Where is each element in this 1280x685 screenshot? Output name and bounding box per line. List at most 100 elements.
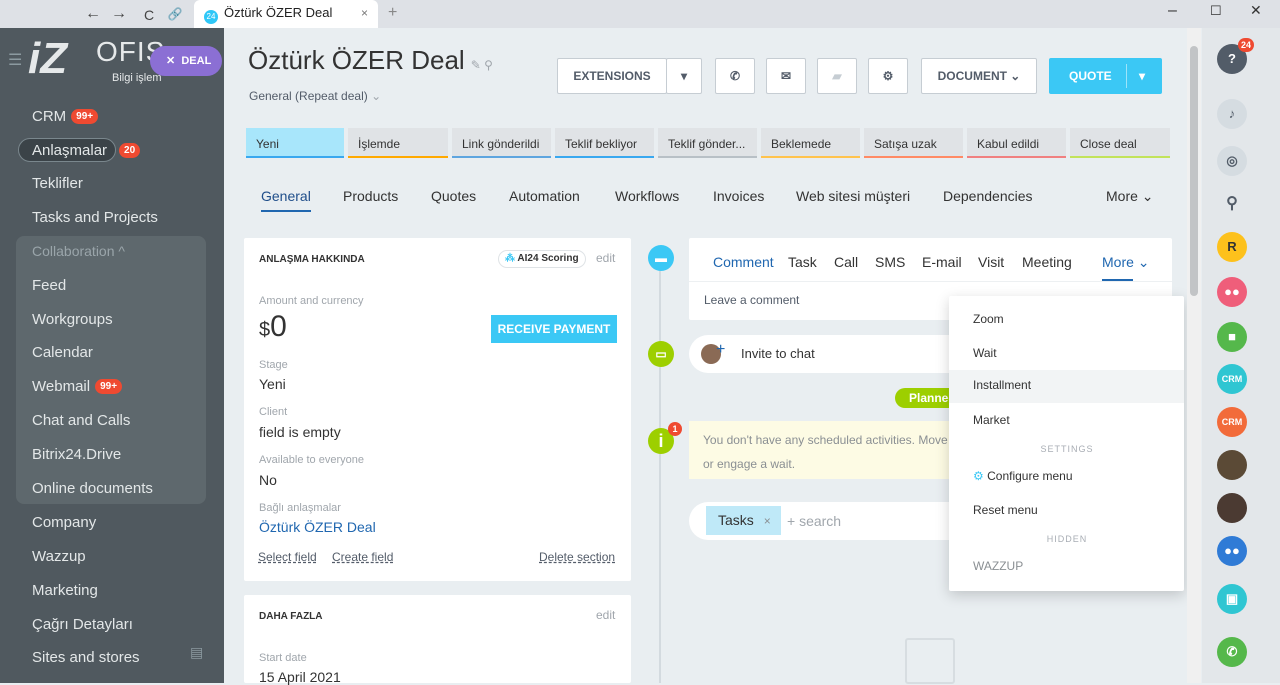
tab-quotes[interactable]: Quotes <box>431 188 476 204</box>
menu-item-zoom[interactable]: Zoom <box>949 304 1184 337</box>
browser-tab[interactable]: 24 Öztürk ÖZER Deal × <box>194 0 378 28</box>
printer-icon[interactable]: ▤ <box>190 644 203 661</box>
phone-icon[interactable]: ✆ <box>715 58 755 94</box>
sidebar-item-calendar[interactable]: Calendar <box>32 344 93 361</box>
document-button[interactable]: DOCUMENT ⌄ <box>921 58 1037 94</box>
minimize-button[interactable]: – <box>1168 2 1177 20</box>
group-chat-icon[interactable]: ●● <box>1217 277 1247 307</box>
stage-teklif-gonder[interactable]: Teklif gönder... <box>658 128 757 158</box>
tab-more[interactable]: More ⌄ <box>1106 188 1154 205</box>
tab-automation[interactable]: Automation <box>509 188 580 204</box>
tasks-filter-chip[interactable]: Tasks × <box>706 506 781 535</box>
menu-item-wazzup[interactable]: WAZZUP <box>949 551 1184 584</box>
tab-visit[interactable]: Visit <box>978 254 1004 270</box>
menu-item-installment[interactable]: Installment <box>949 370 1184 403</box>
search-icon[interactable]: ⚲ <box>1217 189 1247 219</box>
notifications-icon[interactable]: ♪ <box>1217 99 1247 129</box>
avatar[interactable] <box>1217 493 1247 523</box>
timeline-filter[interactable]: Tasks × + search <box>689 502 989 540</box>
sidebar-item-tasks[interactable]: Tasks and Projects <box>32 209 158 226</box>
avatar[interactable] <box>1217 450 1247 480</box>
extensions-button[interactable]: EXTENSIONS <box>557 58 667 94</box>
crm-chat-icon[interactable]: CRM <box>1217 364 1247 394</box>
sidebar-item-company[interactable]: Company <box>32 514 96 531</box>
open-lines-icon[interactable]: ▣ <box>1217 584 1247 614</box>
ai-scoring-button[interactable]: ⁂ AI24 Scoring <box>498 250 586 268</box>
sidebar-item-documents[interactable]: Online documents <box>32 480 153 497</box>
maximize-button[interactable]: ☐ <box>1210 3 1222 19</box>
tab-comment[interactable]: Comment <box>713 254 774 270</box>
sidebar-item-anlasmalar[interactable]: Anlaşmalar 20 <box>32 142 141 159</box>
stage-islemde[interactable]: İşlemde <box>348 128 448 158</box>
create-field-link[interactable]: Create field <box>332 550 393 564</box>
forward-icon[interactable]: → <box>110 5 128 23</box>
tab-email[interactable]: E-mail <box>922 254 962 270</box>
tab-web-sitesi[interactable]: Web sitesi müşteri <box>796 188 910 204</box>
mail-icon[interactable]: ✉ <box>766 58 806 94</box>
sidebar-item-webmail[interactable]: Webmail 99+ <box>32 378 123 395</box>
tab-general[interactable]: General <box>261 188 311 212</box>
tab-task[interactable]: Task <box>788 254 817 270</box>
r-app-icon[interactable]: R <box>1217 232 1247 262</box>
scrollbar-thumb[interactable] <box>1190 46 1198 296</box>
stage-link[interactable]: Link gönderildi <box>452 128 551 158</box>
sidebar-item-chat[interactable]: Chat and Calls <box>32 412 130 429</box>
gear-icon[interactable]: ⚙ <box>868 58 908 94</box>
sidebar-item-teklifler[interactable]: Teklifler <box>32 175 83 192</box>
receive-payment-button[interactable]: RECEIVE PAYMENT <box>491 315 617 343</box>
category-selector[interactable]: General (Repeat deal) ⌄ <box>249 89 381 103</box>
tab-sms[interactable]: SMS <box>875 254 905 270</box>
close-icon[interactable]: × <box>764 514 771 528</box>
tab-products[interactable]: Products <box>343 188 398 204</box>
deal-slider-button[interactable]: ✕ DEAL <box>150 46 222 76</box>
reload-icon[interactable]: C <box>140 7 158 23</box>
edit-link[interactable]: edit <box>596 608 615 622</box>
menu-item-wait[interactable]: Wait <box>949 338 1184 371</box>
sidebar-item-marketing[interactable]: Marketing <box>32 582 98 599</box>
chat-icon[interactable]: ▰ <box>817 58 857 94</box>
tab-meeting[interactable]: Meeting <box>1022 254 1072 270</box>
invite-chat-row[interactable]: + Invite to chat <box>689 335 989 373</box>
sidebar-item-wazzup[interactable]: Wazzup <box>32 548 86 565</box>
tab-invoices[interactable]: Invoices <box>713 188 764 204</box>
sidebar-item-workgroups[interactable]: Workgroups <box>32 311 113 328</box>
tab-call[interactable]: Call <box>834 254 858 270</box>
back-icon[interactable]: ← <box>84 5 102 23</box>
tab-workflows[interactable]: Workflows <box>615 188 679 204</box>
sidebar-item-collaboration[interactable]: Collaboration ^ <box>32 243 125 259</box>
phone-icon[interactable]: ✆ <box>1217 637 1247 667</box>
menu-icon[interactable]: ☰ <box>8 50 22 70</box>
stage-beklemede[interactable]: Beklemede <box>761 128 860 158</box>
comment-input[interactable]: Leave a comment <box>704 293 799 307</box>
new-tab-button[interactable]: + <box>388 4 397 22</box>
sidebar-item-sites[interactable]: Sites and stores <box>32 649 140 666</box>
menu-item-configure[interactable]: ⚙ Configure menu <box>949 461 1184 494</box>
stage-yeni[interactable]: Yeni <box>246 128 344 158</box>
crm-chat-icon-2[interactable]: CRM <box>1217 407 1247 437</box>
menu-item-reset[interactable]: Reset menu <box>949 495 1184 528</box>
extensions-dropdown-button[interactable]: ▾ <box>666 58 702 94</box>
close-tab-icon[interactable]: × <box>361 6 368 20</box>
select-field-link[interactable]: Select field <box>258 550 317 564</box>
video-call-icon[interactable]: ■ <box>1217 322 1247 352</box>
quote-button[interactable]: QUOTE ▾ <box>1049 58 1162 94</box>
search-input[interactable]: + search <box>787 513 841 529</box>
people-icon[interactable]: ●● <box>1217 536 1247 566</box>
stage-satisa-uzak[interactable]: Satışa uzak <box>864 128 963 158</box>
edit-link[interactable]: edit <box>596 251 615 265</box>
link-icon[interactable]: 🔗 <box>166 7 184 21</box>
messenger-icon[interactable]: ◎ <box>1217 146 1247 176</box>
logo[interactable]: ☰ iZ OFIS Bilgi işlem ✕ DEAL <box>0 28 224 96</box>
sidebar-item-crm[interactable]: CRM 99+ <box>32 108 99 125</box>
sidebar-item-drive[interactable]: Bitrix24.Drive <box>32 446 121 463</box>
menu-item-market[interactable]: Market <box>949 405 1184 438</box>
edit-pencil-icon[interactable]: ✎ ⚲ <box>471 58 493 72</box>
bagli-link[interactable]: Öztürk ÖZER Deal <box>259 519 376 535</box>
close-window-button[interactable]: ✕ <box>1250 2 1262 19</box>
tab-dependencies[interactable]: Dependencies <box>943 188 1033 204</box>
stage-teklif-bekliyor[interactable]: Teklif bekliyor <box>555 128 654 158</box>
stage-kabul[interactable]: Kabul edildi <box>967 128 1066 158</box>
stage-close-deal[interactable]: Close deal <box>1070 128 1170 158</box>
delete-section-link[interactable]: Delete section <box>539 550 615 564</box>
tab-activity-more[interactable]: More ⌄ <box>1102 254 1150 271</box>
